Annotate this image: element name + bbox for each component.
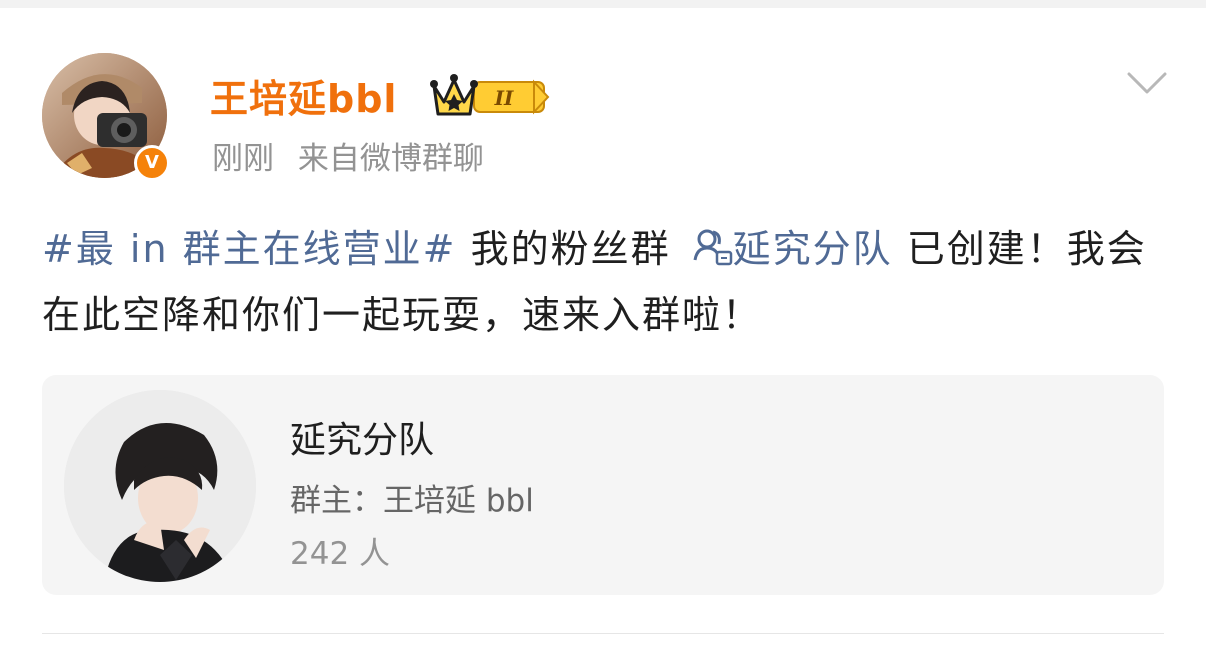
level-badge-text: II (494, 86, 514, 110)
group-name: 延究分队 (290, 420, 435, 461)
content-text-1: 我的粉丝群 (456, 227, 685, 271)
crown-icon[interactable]: II (428, 68, 550, 122)
chevron-down-icon[interactable] (1126, 68, 1168, 98)
hashtag-link[interactable]: #最 in 群主在线营业# (42, 227, 456, 271)
group-member-count: 242 人 (290, 536, 391, 572)
post-meta: 刚刚 来自微博群聊 (212, 133, 484, 178)
divider (42, 633, 1164, 634)
group-owner: 群主：王培延 bbl (290, 483, 534, 519)
post-content: #最 in 群主在线营业# 我的粉丝群 延究分队 已创建！我会在此空降和你们一起… (42, 216, 1162, 348)
top-separator (0, 0, 1206, 8)
group-link[interactable]: 延究分队 (733, 227, 893, 271)
group-avatar (64, 390, 256, 582)
group-chat-icon (693, 229, 732, 266)
weibo-post: V 王培延bbl II 刚刚 来自微博群聊 #最 in 群主在线营业# 我的粉丝… (0, 8, 1206, 651)
group-avatar-image (64, 390, 256, 582)
post-time: 刚刚 (212, 141, 274, 177)
author-name[interactable]: 王培延bbl (210, 68, 397, 123)
post-source[interactable]: 来自微博群聊 (298, 141, 484, 177)
verified-badge: V (134, 145, 170, 181)
group-card[interactable]: 延究分队 群主：王培延 bbl 242 人 (42, 375, 1164, 595)
author-avatar-container[interactable]: V (42, 53, 170, 181)
